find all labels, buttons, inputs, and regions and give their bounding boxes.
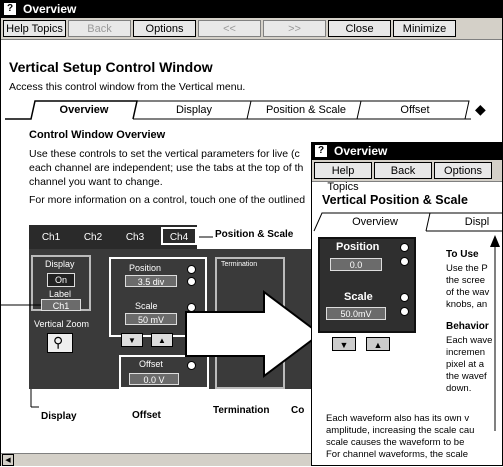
tab-display[interactable]: Display [141, 101, 247, 119]
callout-termination: Termination [213, 405, 270, 416]
front-options-button[interactable]: Options [434, 162, 492, 179]
to-use-title: To Use [446, 249, 479, 260]
callout-display: Display [41, 411, 77, 422]
back-toolbar: Help Topics Back Options << >> Close Min… [1, 18, 502, 40]
to-use-line-1: Use the P [446, 263, 488, 274]
back-title-bar: ? Overview [1, 1, 502, 18]
to-use-line-3: of the wav [446, 287, 490, 298]
front-toolbar: Help Topics Back Options [312, 160, 502, 193]
callout-coupling: Co [291, 405, 305, 416]
prev-button[interactable]: << [198, 20, 261, 37]
scroll-left-arrow-icon[interactable]: ◀ [2, 454, 14, 466]
bottom-line-2: amplitude, increasing the scale cau [326, 425, 475, 436]
front-position-label: Position [336, 241, 380, 253]
back-window-title: Overview [23, 2, 77, 16]
tab-offset[interactable]: Offset [365, 101, 465, 119]
body-line-3: channel you want to change. [29, 176, 163, 188]
front-tab-display[interactable]: Displ [452, 213, 502, 231]
transition-arrow-icon [185, 290, 322, 378]
behavior-line-5: down. [446, 383, 472, 394]
help-topics-button[interactable]: Help Topics [3, 20, 66, 37]
back-button[interactable]: Back [68, 20, 131, 37]
front-scale-down-button[interactable]: ▼ [332, 337, 356, 351]
tab-overview[interactable]: Overview [35, 101, 133, 119]
front-help-topics-button[interactable]: Help Topics [314, 162, 372, 193]
body-line-4: For more information on a control, touch… [29, 194, 306, 206]
minimize-button[interactable]: Minimize [393, 20, 456, 37]
front-window: ? Overview Help Topics Back Options Vert… [311, 142, 503, 466]
front-scale-label: Scale [344, 291, 373, 303]
front-position-knob-icon[interactable] [400, 243, 409, 252]
front-title-bar: ? Overview [312, 143, 502, 160]
behavior-line-2: incremen [446, 347, 486, 358]
tab-strip: Overview Display Position & Scale Offset… [1, 99, 502, 121]
to-use-line-2: the scree [446, 275, 486, 286]
front-position-knob-fine-icon[interactable] [400, 257, 409, 266]
help-book-icon-front: ? [315, 145, 327, 157]
bottom-line-4: For channel waveforms, the scale [326, 449, 469, 460]
front-back-button[interactable]: Back [374, 162, 432, 179]
behavior-line-1: Each wave [446, 335, 493, 346]
front-window-title: Overview [334, 144, 388, 158]
front-page-title: Vertical Position & Scale [322, 193, 468, 207]
callout-offset: Offset [132, 410, 161, 421]
front-pointer-arrow-icon [490, 235, 500, 431]
section-title: Control Window Overview [29, 129, 166, 141]
to-use-line-4: knobs, an [446, 299, 488, 310]
front-scale-up-button[interactable]: ▲ [366, 337, 390, 351]
behavior-line-4: the wavef [446, 371, 487, 382]
page-title: Vertical Setup Control Window [9, 59, 213, 75]
callout-position-scale: Position & Scale [215, 229, 294, 240]
intro-text: Access this control window from the Vert… [9, 81, 246, 93]
front-position-field[interactable]: 0.0 [330, 258, 382, 271]
help-book-icon: ? [4, 3, 16, 15]
bottom-line-1: Each waveform also has its own v [326, 413, 470, 424]
back-horizontal-scrollbar[interactable] [1, 453, 313, 466]
bottom-line-3: scale causes the waveform to be [326, 437, 465, 448]
close-button[interactable]: Close [328, 20, 391, 37]
next-tab-arrow-icon[interactable]: ◆ [475, 101, 486, 118]
body-line-1: Use these controls to set the vertical p… [29, 148, 300, 160]
tab-position-scale[interactable]: Position & Scale [255, 101, 357, 119]
front-tab-overview[interactable]: Overview [324, 213, 426, 231]
options-button[interactable]: Options [133, 20, 196, 37]
front-scale-knob-icon[interactable] [400, 293, 409, 302]
front-scale-knob-fine-icon[interactable] [400, 307, 409, 316]
pointer-line [1, 304, 41, 306]
body-line-2: each channel are independent; use the ta… [29, 162, 304, 174]
next-button[interactable]: >> [263, 20, 326, 37]
behavior-line-3: pixel at a [446, 359, 485, 370]
front-scale-field[interactable]: 50.0mV [326, 307, 386, 320]
behavior-title: Behavior [446, 321, 489, 332]
